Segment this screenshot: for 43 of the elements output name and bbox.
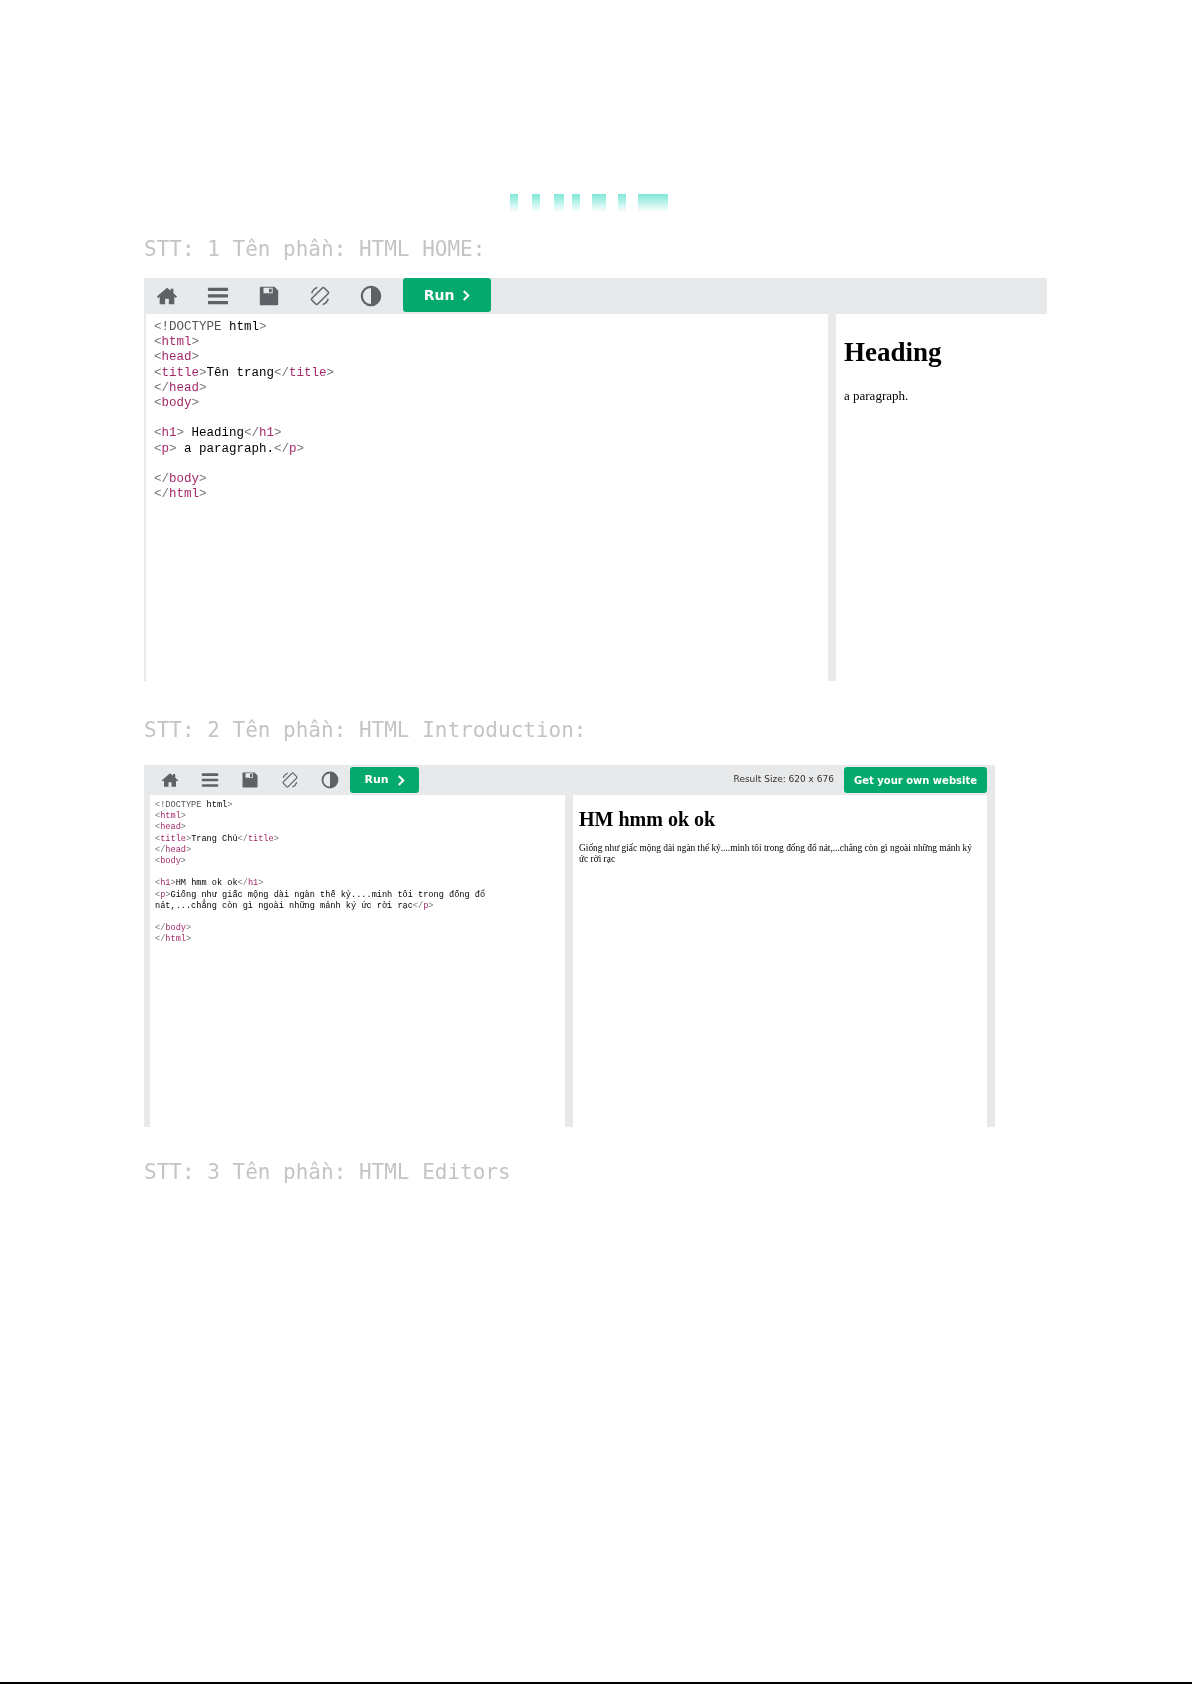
code-line: <head> bbox=[155, 822, 187, 834]
code-line: <title>Trang Chủ</title> bbox=[155, 833, 280, 845]
section-heading: STT: 3 Tên phần: HTML Editors bbox=[144, 1159, 512, 1186]
rotate-device-icon[interactable] bbox=[308, 285, 331, 307]
preview-heading: HM hmm ok ok bbox=[579, 807, 717, 831]
code-line: <head> bbox=[154, 350, 201, 366]
get-website-button[interactable]: Get your own website bbox=[844, 767, 987, 793]
code-line: <h1>HM hmm ok ok</h1> bbox=[155, 878, 265, 890]
code-line: <h1> Heading</h1> bbox=[154, 426, 283, 442]
code-line: nát,...chẳng còn gì ngoài những mảnh ký ức rời rạc</p> bbox=[155, 900, 435, 912]
result-size-label: Result Size: 620 x 676 bbox=[733, 773, 834, 787]
code-line: </head> bbox=[154, 380, 208, 396]
code-line: <html> bbox=[155, 811, 187, 822]
code-line: </body> bbox=[154, 472, 208, 488]
code-line: <body> bbox=[154, 396, 201, 412]
code-line: </html> bbox=[154, 487, 208, 503]
preview-paragraph: Giống như giấc mộng dài ngàn thế kỷ....minh tôi trong đống đổ nát,...chẳng còn gì ngoài những mảnh ký ức rời rạc bbox=[579, 843, 973, 865]
contrast-icon[interactable] bbox=[321, 771, 339, 789]
preview-paragraph: a paragraph. bbox=[844, 387, 910, 406]
code-line: </html> bbox=[155, 934, 193, 946]
chevron-right-icon bbox=[396, 774, 405, 786]
menu-icon[interactable] bbox=[201, 771, 219, 789]
code-line: <p>Giống như giấc mộng dài ngàn thế kỷ....minh tôi trong đống đổ bbox=[155, 889, 487, 900]
section-heading: STT: 2 Tên phần: HTML Introduction: bbox=[144, 717, 588, 744]
code-line: </body> bbox=[155, 923, 193, 934]
chevron-right-icon bbox=[462, 289, 471, 301]
run-button[interactable]: Run bbox=[350, 767, 419, 793]
menu-icon[interactable] bbox=[206, 285, 229, 307]
code-line: </head> bbox=[155, 844, 193, 856]
code-line: <p> a paragraph.</p> bbox=[154, 441, 306, 457]
run-button[interactable]: Run bbox=[403, 278, 491, 312]
code-line: <html> bbox=[154, 335, 201, 351]
code-panel[interactable]: <!DOCTYPE html> <html> <head> <title>Tên trang</title> </head> <body> <h1> Heading</h1> <p> a paragraph.</p> </body> </html> bbox=[146, 314, 828, 681]
code-line: <!DOCTYPE html> bbox=[155, 800, 234, 811]
code-line: <title>Tên trang</title> bbox=[154, 365, 336, 381]
code-line: <body> bbox=[155, 856, 187, 868]
section-heading: STT: 1 Tên phần: HTML HOME: bbox=[144, 236, 487, 263]
contrast-icon[interactable] bbox=[359, 285, 382, 307]
rotate-device-icon[interactable] bbox=[281, 771, 299, 789]
code-line: <!DOCTYPE html> bbox=[154, 320, 268, 336]
home-icon[interactable] bbox=[161, 771, 179, 789]
home-icon[interactable] bbox=[155, 285, 178, 307]
preview-heading: Heading bbox=[844, 336, 943, 369]
